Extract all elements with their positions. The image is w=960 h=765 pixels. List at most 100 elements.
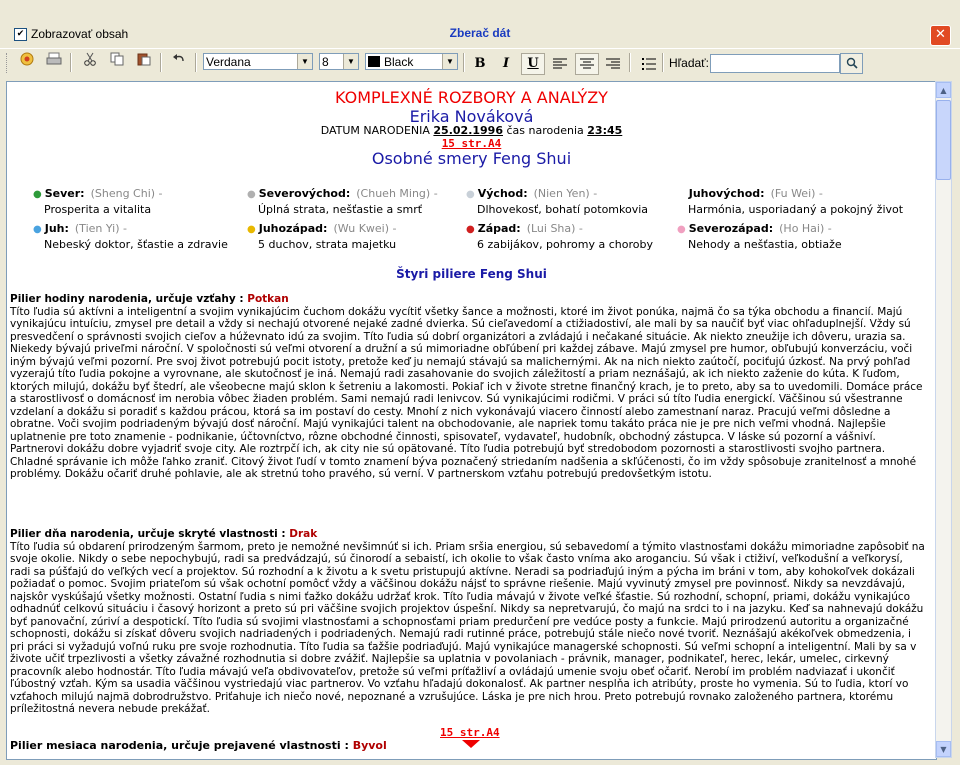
- align-left-button[interactable]: [548, 53, 572, 75]
- pillar-hour-heading: Pilier hodiny narodenia, určuje vzťahy :…: [10, 293, 926, 306]
- align-center-icon: [580, 58, 594, 69]
- chevron-down-icon[interactable]: ▼: [343, 54, 358, 69]
- direction-chinese: (Nien Yen) -: [533, 187, 598, 200]
- pillar-day-text: Títo ľudia sú obdarení prirodzeným šarmo…: [10, 540, 925, 716]
- align-right-button[interactable]: [601, 53, 625, 75]
- pillar-hour-section: Pilier hodiny narodenia, určuje vzťahy :…: [10, 293, 926, 481]
- align-center-button[interactable]: [575, 53, 599, 75]
- search-button[interactable]: [840, 53, 863, 74]
- report-title: KOMPLEXNÉ ROZBORY A ANALÝZY: [335, 88, 608, 107]
- chevron-down-icon[interactable]: ▼: [297, 54, 312, 69]
- birth-time-label: čas narodenia: [506, 124, 584, 137]
- direction-desc: Dlhovekosť, bohatí potomkovia: [477, 203, 649, 216]
- search-icon: [846, 57, 858, 69]
- pillars-title: Štyri piliere Feng Shui: [396, 267, 547, 281]
- scroll-down-icon[interactable]: ▼: [936, 741, 951, 757]
- toolbar: Verdana ▼ 8 ▼ Black ▼ B I U Hľadať:: [0, 48, 960, 76]
- direction-southwest: ● Juhozápad: (Wu Kwei) - 5 duchov, strata …: [247, 221, 397, 252]
- italic-button[interactable]: I: [494, 53, 518, 75]
- font-select[interactable]: Verdana ▼: [203, 53, 313, 70]
- direction-name: Juhovýchod:: [688, 187, 765, 200]
- color-swatch: [368, 56, 380, 67]
- direction-name: Juhozápad:: [258, 222, 328, 235]
- birth-date: 25.02.1996: [433, 124, 503, 137]
- direction-desc: Harmónia, usporiadaný a pokojný život: [688, 203, 904, 216]
- direction-south: ● Juh: (Tien Yi) - Nebeský doktor, šťastie…: [33, 221, 228, 252]
- pillar-day-section: Pilier dňa narodenia, určuje skryté vlas…: [10, 528, 926, 716]
- direction-name: Západ:: [477, 222, 521, 235]
- direction-name: Severozápad:: [688, 222, 774, 235]
- underline-button[interactable]: U: [521, 53, 545, 75]
- search-label: Hľadať:: [669, 56, 710, 70]
- undo-icon[interactable]: [168, 52, 190, 73]
- direction-name: Sever:: [44, 187, 85, 200]
- direction-chinese: (Sheng Chi) -: [90, 187, 163, 200]
- toolbar-separator: [463, 53, 465, 72]
- direction-name: Východ:: [477, 187, 528, 200]
- direction-dot-icon: ●: [677, 224, 686, 235]
- size-select[interactable]: 8 ▼: [319, 53, 359, 70]
- direction-dot-icon: ●: [33, 189, 42, 200]
- color-value: Black: [384, 55, 414, 69]
- direction-north: ● Sever: (Sheng Chi) - Prosperita a vitali…: [33, 186, 163, 217]
- direction-northwest: ● Severozápad: (Ho Hai) - Nehody a nešťast…: [677, 221, 842, 252]
- close-button[interactable]: ✕: [930, 25, 951, 46]
- toolbar-separator: [160, 53, 162, 72]
- direction-name: Severovýchod:: [258, 187, 351, 200]
- direction-desc: Úplná strata, nešťastie a smrť: [258, 203, 423, 216]
- cut-icon[interactable]: [79, 52, 101, 73]
- pillar-month-title: Pilier mesiaca narodenia, určuje prejave…: [10, 739, 353, 752]
- color-select[interactable]: Black ▼: [365, 53, 458, 70]
- list-button[interactable]: [637, 53, 661, 75]
- align-left-icon: [553, 58, 567, 69]
- toolbar-grip[interactable]: [6, 53, 10, 73]
- window-title: Zberač dát: [449, 26, 511, 40]
- pillar-month-heading: Pilier mesiaca narodenia, určuje prejave…: [10, 739, 387, 752]
- toolbar-separator: [195, 53, 197, 72]
- section-title: Osobné smery Feng Shui: [371, 149, 572, 168]
- page-break-label[interactable]: 15 str.A4: [440, 726, 500, 739]
- list-icon: [642, 58, 656, 70]
- direction-desc: 6 zabijákov, pohromy a choroby: [477, 238, 653, 251]
- vertical-scrollbar[interactable]: ▲ ▼: [935, 81, 952, 758]
- birth-date-label: DATUM NARODENIA: [320, 124, 430, 137]
- document-view[interactable]: KOMPLEXNÉ ROZBORY A ANALÝZY Erika Nováko…: [6, 81, 937, 760]
- pillar-hour-animal: Potkan: [247, 293, 289, 305]
- toolbar-separator: [629, 53, 631, 72]
- pillar-day-animal: Drak: [289, 528, 318, 540]
- direction-east: ● Východ: (Nien Yen) - Dlhovekosť, bohatí …: [466, 186, 648, 217]
- bold-button[interactable]: B: [468, 53, 492, 75]
- pillar-hour-title: Pilier hodiny narodenia, určuje vzťahy :: [10, 293, 248, 305]
- scroll-up-icon[interactable]: ▲: [936, 82, 951, 98]
- pillar-hour-text: Títo ľudia sú aktívni a inteligentní a s…: [10, 305, 923, 481]
- copy-icon[interactable]: [106, 52, 128, 73]
- print-icon[interactable]: [43, 52, 65, 73]
- direction-name: Juh:: [44, 222, 69, 235]
- toolbar-separator: [70, 53, 72, 72]
- direction-desc: Nehody a nešťastia, obtiaže: [688, 238, 842, 251]
- size-value: 8: [322, 55, 329, 69]
- align-right-icon: [606, 58, 620, 69]
- direction-dot-icon: ●: [466, 224, 475, 235]
- toolbar-separator: [662, 53, 664, 72]
- open-icon[interactable]: [16, 52, 38, 73]
- direction-dot-icon: ●: [677, 189, 686, 200]
- direction-dot-icon: ●: [466, 189, 475, 200]
- chevron-down-icon[interactable]: ▼: [442, 54, 457, 69]
- direction-desc: 5 duchov, strata majetku: [258, 238, 397, 251]
- scroll-thumb[interactable]: [936, 100, 951, 180]
- direction-west: ● Západ: (Lui Sha) - 6 zabijákov, pohromy …: [466, 221, 653, 252]
- direction-chinese: (Chueh Ming) -: [356, 187, 438, 200]
- direction-dot-icon: ●: [33, 224, 42, 235]
- pillar-day-heading: Pilier dňa narodenia, určuje skryté vlas…: [10, 528, 926, 541]
- top-bar: ✔ Zobrazovať obsah Zberač dát: [0, 22, 960, 46]
- close-icon: ✕: [935, 27, 946, 42]
- search-input[interactable]: [710, 54, 840, 73]
- paste-icon[interactable]: [133, 52, 155, 73]
- pillar-month-animal: Byvol: [352, 739, 387, 752]
- birth-info: DATUM NARODENIA 25.02.1996 čas narodenia…: [7, 124, 936, 137]
- pillar-day-title: Pilier dňa narodenia, určuje skryté vlas…: [10, 528, 290, 540]
- font-value: Verdana: [206, 55, 251, 69]
- birth-time: 23:45: [587, 124, 623, 137]
- direction-chinese: (Tien Yi) -: [74, 222, 127, 235]
